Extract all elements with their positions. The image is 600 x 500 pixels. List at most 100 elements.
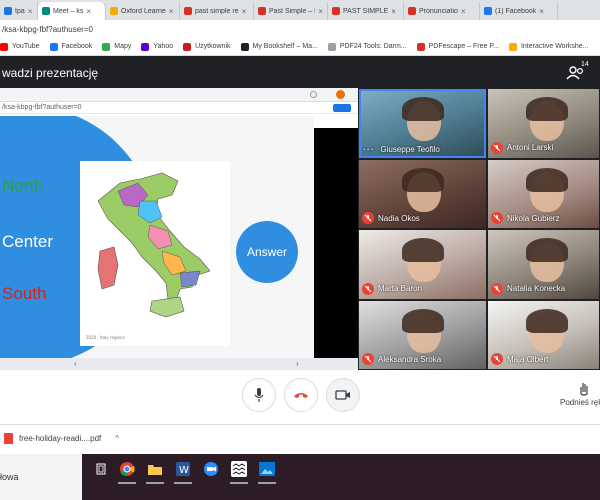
bookmark-label: Mapy — [114, 43, 132, 50]
bookmark-item[interactable]: My Bookshelf – Ma... — [240, 42, 318, 51]
participant-hair — [525, 97, 568, 122]
bookmark-label: My Bookshelf – Ma... — [252, 43, 318, 50]
leave-call-button[interactable] — [284, 378, 318, 412]
bookmark-item[interactable]: Facebook — [49, 42, 92, 51]
region-south: South — [2, 284, 47, 303]
bookmark-icon — [49, 42, 58, 51]
mic-off-icon — [491, 212, 503, 224]
bookmark-label: YouTube — [12, 43, 40, 50]
bookmark-item[interactable]: PDFescape – Free P... — [416, 42, 499, 51]
browser-tab[interactable]: (1) Facebook × — [480, 2, 558, 20]
chrome-icon[interactable] — [114, 456, 140, 484]
bookmark-icon — [102, 42, 111, 51]
answer-button[interactable]: Answer — [236, 221, 298, 283]
tab-close-icon[interactable]: × — [242, 7, 247, 16]
tab-label: tpa — [15, 7, 25, 15]
tab-label: past simple re — [195, 7, 239, 15]
tab-close-icon[interactable]: × — [86, 7, 91, 16]
italy-map: 2020 · Italy regions — [80, 161, 230, 346]
microphone-button[interactable] — [242, 378, 276, 412]
tab-close-icon[interactable]: × — [169, 7, 174, 16]
taskbar-search[interactable]: łowa — [0, 454, 82, 500]
scroll-right-icon[interactable]: › — [296, 359, 299, 368]
browser-tab[interactable]: Past Simple – E × — [254, 2, 328, 20]
tab-label: Pronunciatio — [419, 7, 458, 15]
tab-favicon-icon — [42, 7, 50, 15]
mic-off-icon — [491, 141, 503, 154]
tab-close-icon[interactable]: × — [391, 7, 396, 16]
browser-tab[interactable]: tpa × — [0, 2, 38, 20]
participant-name: Maja Olbert — [507, 354, 549, 364]
bookmark-item[interactable]: Mapy — [102, 42, 132, 51]
bookmark-item[interactable]: YouTube — [0, 42, 40, 51]
participant-tile[interactable]: Aleksandra Sroka — [358, 299, 487, 370]
shared-scrollbar[interactable]: ‹ › — [0, 358, 358, 370]
shared-menu-icon — [310, 91, 317, 98]
word-icon[interactable]: W — [170, 456, 196, 484]
file-explorer-icon[interactable] — [142, 456, 168, 484]
browser-tab[interactable]: Pronunciatio × — [404, 2, 480, 20]
bookmark-item[interactable]: Yahoo — [141, 42, 173, 51]
raise-hand-button[interactable] — [576, 380, 592, 396]
browser-tab[interactable]: Oxford Learne × — [106, 2, 180, 20]
browser-tab[interactable]: Meet – ks × — [38, 2, 106, 20]
scroll-left-icon[interactable]: ‹ — [74, 359, 77, 368]
task-view-icon[interactable] — [88, 456, 114, 482]
participant-label: ••• Giuseppe Teofilo — [359, 145, 440, 154]
participant-tile[interactable]: Nikola Gubierz — [487, 158, 600, 229]
downloads-bar: free-holiday-readi....pdf ^ — [0, 424, 600, 454]
pdf-file-icon — [4, 433, 13, 444]
download-filename: free-holiday-readi....pdf — [19, 434, 102, 443]
address-bar[interactable]: /ksa-kbpg-fbf?authuser=0 — [0, 20, 600, 38]
tab-label: PAST SIMPLE — [343, 7, 389, 15]
download-item[interactable]: free-holiday-readi....pdf ^ — [4, 433, 119, 444]
participant-tile[interactable]: ••• Giuseppe Teofilo — [358, 88, 487, 159]
bookmark-item[interactable]: Interactive Workshe... — [508, 42, 589, 51]
region-center: Center — [2, 232, 54, 251]
tab-close-icon[interactable]: × — [539, 7, 544, 16]
url-text: /ksa-kbpg-fbf?authuser=0 — [2, 24, 93, 34]
browser-tab[interactable]: past simple re × — [180, 2, 254, 20]
participant-tile[interactable]: Nadia Okos — [358, 158, 487, 229]
windows-taskbar: łowa W — [0, 454, 600, 500]
region-north: North — [2, 176, 44, 195]
tab-favicon-icon — [258, 7, 266, 15]
participant-label: Nikola Gubierz — [488, 212, 559, 224]
bookmark-item[interactable]: PDF24 Tools: Darm... — [327, 42, 407, 51]
tab-label: Meet – ks — [53, 7, 84, 15]
svg-text:W: W — [179, 465, 189, 476]
shared-url: /ksa-kbpg-fbf?authuser=0 — [2, 104, 82, 111]
camera-button[interactable] — [326, 378, 360, 412]
meeting-controls: Podnieś rękę — [0, 370, 600, 424]
bookmark-item[interactable]: Użytkownik — [183, 42, 231, 51]
browser-tab-strip: tpa × Meet – ks × Oxford Learne × past simple … — [0, 0, 600, 20]
bookmark-icon — [240, 42, 249, 51]
participant-count: 14 — [581, 61, 589, 68]
tab-close-icon[interactable]: × — [28, 7, 33, 16]
tab-favicon-icon — [110, 7, 118, 15]
participant-tile[interactable]: Natalia Konecka — [487, 229, 600, 300]
microphone-icon — [254, 388, 264, 402]
browser-tab[interactable]: PAST SIMPLE × — [328, 2, 404, 20]
hang-up-icon — [294, 393, 308, 398]
participant-tile[interactable]: Antoni Larski — [487, 88, 600, 159]
shared-edit-button — [333, 104, 351, 112]
teams-app-icon[interactable] — [226, 456, 252, 484]
participant-tile[interactable]: Maja Olbert — [487, 299, 600, 370]
bookmark-label: Użytkownik — [195, 43, 231, 50]
chevron-up-icon[interactable]: ^ — [115, 434, 119, 443]
bookmark-label: Interactive Workshe... — [520, 43, 589, 50]
raise-hand-label: Podnieś rękę — [560, 398, 600, 407]
photos-icon[interactable] — [254, 456, 280, 484]
bookmark-icon — [327, 42, 336, 51]
participant-name: Aleksandra Sroka — [378, 354, 442, 364]
participants-button[interactable]: 14 — [566, 61, 590, 83]
slide: North Center South 2020 · Italy regions … — [0, 116, 314, 358]
bookmark-icon — [0, 42, 8, 51]
tab-close-icon[interactable]: × — [461, 7, 466, 16]
tab-close-icon[interactable]: × — [318, 7, 323, 16]
mic-off-icon — [362, 282, 374, 295]
tab-label: Past Simple – E — [269, 7, 316, 15]
zoom-icon[interactable] — [198, 456, 224, 482]
participant-tile[interactable]: Marta Baron — [358, 229, 487, 300]
